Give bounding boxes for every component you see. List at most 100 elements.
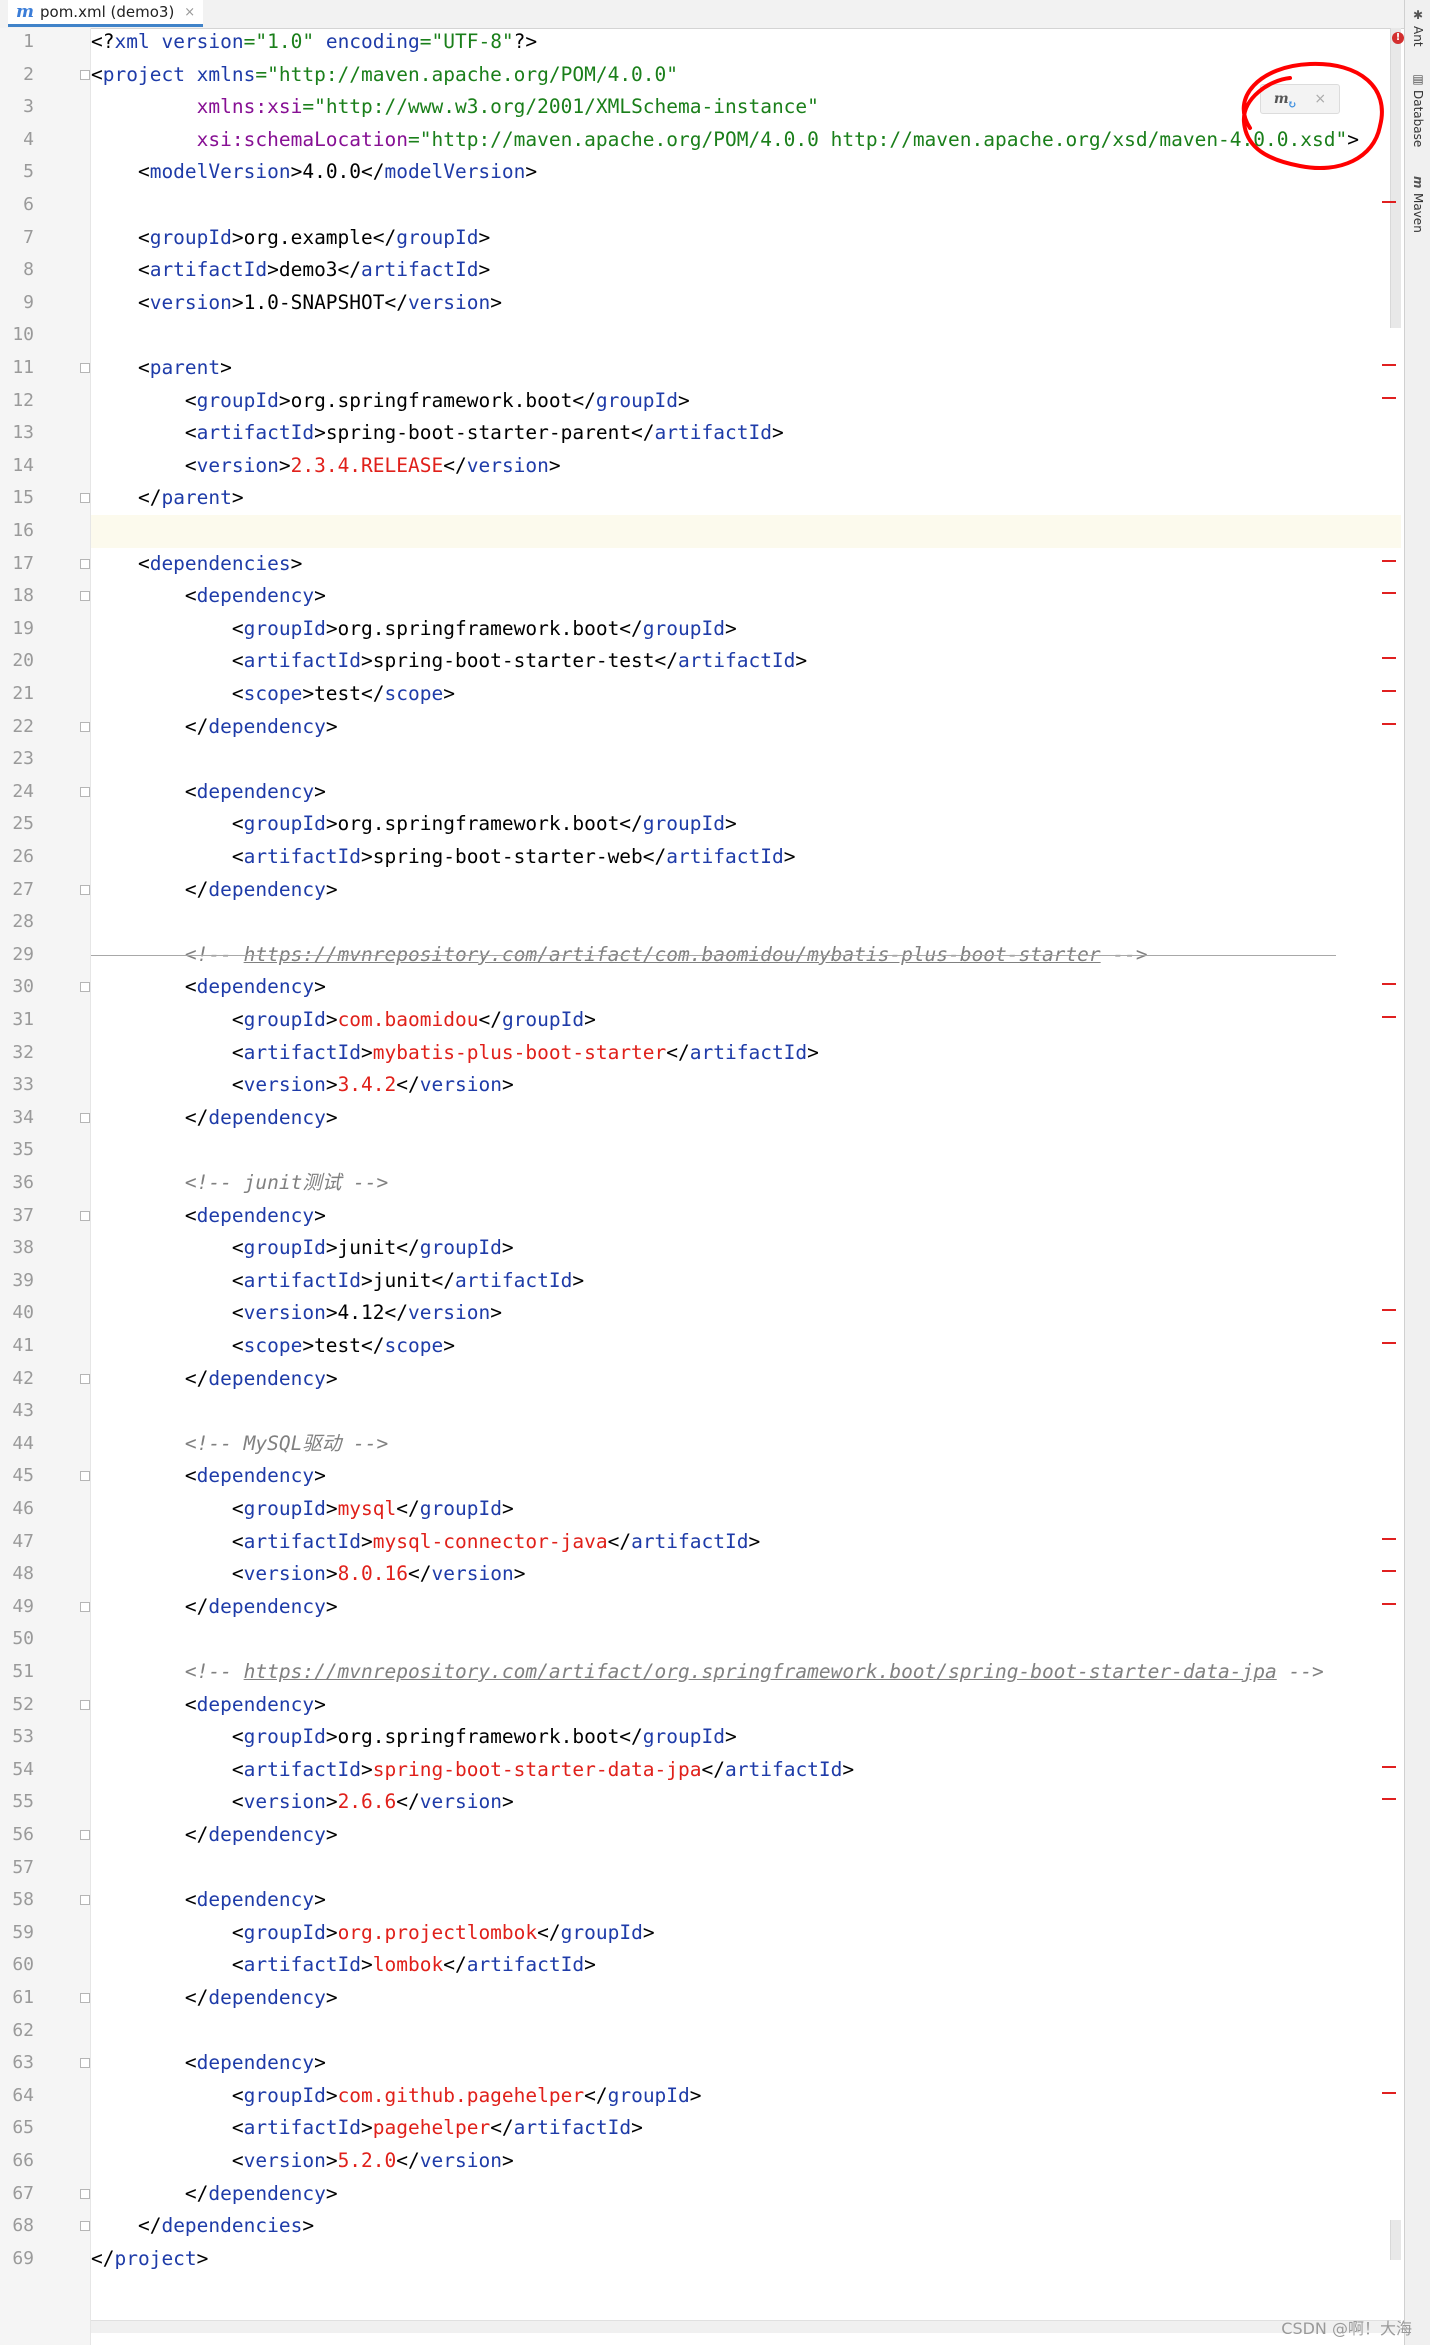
error-marker[interactable] xyxy=(1382,1309,1396,1312)
error-marker[interactable] xyxy=(1382,1537,1396,1540)
code-line[interactable] xyxy=(91,515,1401,548)
error-marker[interactable] xyxy=(1382,1798,1396,1801)
error-marker[interactable] xyxy=(1382,559,1396,562)
code-line[interactable]: <version>5.2.0</version> xyxy=(91,2145,514,2178)
error-marker[interactable] xyxy=(1382,690,1396,692)
code-line[interactable]: xsi:schemaLocation="http://maven.apache.… xyxy=(91,124,1359,157)
code-line[interactable]: <version>8.0.16</version> xyxy=(91,1558,526,1591)
error-marker[interactable] xyxy=(1382,201,1396,203)
code-line[interactable]: <version>2.3.4.RELEASE</version> xyxy=(91,450,561,483)
error-marker[interactable] xyxy=(1382,722,1396,725)
code-line[interactable]: <groupId>com.baomidou</groupId> xyxy=(91,1004,596,1037)
fold-icon[interactable] xyxy=(80,2221,90,2232)
fold-icon[interactable] xyxy=(80,982,90,993)
fold-icon[interactable] xyxy=(80,884,90,895)
code-line[interactable]: </dependency> xyxy=(91,1982,338,2015)
code-line[interactable]: <artifactId>mysql-connector-java</artifa… xyxy=(91,1526,760,1559)
code-line[interactable]: </dependency> xyxy=(91,1819,338,1852)
fold-icon[interactable] xyxy=(80,591,90,602)
fold-icon[interactable] xyxy=(80,786,90,797)
error-marker[interactable] xyxy=(1382,1602,1396,1605)
code-line[interactable]: <dependency> xyxy=(91,1689,326,1722)
code-line[interactable]: <dependency> xyxy=(91,1200,326,1233)
code-line[interactable]: <dependency> xyxy=(91,971,326,1004)
code-line[interactable]: <groupId>org.springframework.boot</group… xyxy=(91,613,737,646)
code-line[interactable]: </dependency> xyxy=(91,874,338,907)
code-line[interactable]: </dependency> xyxy=(91,1363,338,1396)
code-line[interactable]: <!-- junit测试 --> xyxy=(91,1167,388,1200)
code-line[interactable]: <dependency> xyxy=(91,1460,326,1493)
code-line[interactable]: </parent> xyxy=(91,482,244,515)
code-line[interactable]: <artifactId>junit</artifactId> xyxy=(91,1265,584,1298)
error-marker[interactable] xyxy=(1382,592,1396,595)
fold-icon[interactable] xyxy=(80,1373,90,1384)
code-line[interactable]: </dependency> xyxy=(91,711,338,744)
close-icon[interactable]: × xyxy=(184,5,195,20)
code-line[interactable]: <dependency> xyxy=(91,2047,326,2080)
code-line[interactable]: </project> xyxy=(91,2243,208,2276)
side-tab-ant[interactable]: ✱ Ant xyxy=(1407,8,1429,56)
code-line[interactable]: <!-- https://mvnrepository.com/artifact/… xyxy=(91,1656,1324,1689)
fold-icon[interactable] xyxy=(80,1471,90,1482)
error-indicator-icon[interactable]: ! xyxy=(1392,32,1404,44)
fold-icon[interactable] xyxy=(80,1601,90,1612)
code-line[interactable]: <version>4.12</version> xyxy=(91,1297,502,1330)
code-line[interactable]: <version>3.4.2</version> xyxy=(91,1069,514,1102)
code-line[interactable]: <artifactId>lombok</artifactId> xyxy=(91,1949,596,1982)
error-marker[interactable] xyxy=(1382,396,1396,399)
tab-pom-xml[interactable]: m pom.xml (demo3) × xyxy=(8,0,204,27)
code-line[interactable]: <artifactId>spring-boot-starter-parent</… xyxy=(91,417,784,450)
fold-icon[interactable] xyxy=(80,2188,90,2199)
side-tab-maven[interactable]: m Maven xyxy=(1407,176,1429,246)
code-line[interactable]: <version>1.0-SNAPSHOT</version> xyxy=(91,287,502,320)
code-line[interactable]: <dependencies> xyxy=(91,548,302,581)
error-marker[interactable] xyxy=(1382,1765,1396,1768)
code-line[interactable]: <artifactId>spring-boot-starter-test</ar… xyxy=(91,645,807,678)
code-line[interactable]: </dependency> xyxy=(91,1102,338,1135)
fold-icon[interactable] xyxy=(80,2058,90,2069)
fold-icon[interactable] xyxy=(80,493,90,504)
code-line[interactable]: <artifactId>demo3</artifactId> xyxy=(91,254,490,287)
code-line[interactable]: <groupId>mysql</groupId> xyxy=(91,1493,514,1526)
code-line[interactable]: <scope>test</scope> xyxy=(91,1330,455,1363)
code-line[interactable]: <version>2.6.6</version> xyxy=(91,1786,514,1819)
error-marker[interactable] xyxy=(1382,1570,1396,1573)
code-line[interactable]: <groupId>org.projectlombok</groupId> xyxy=(91,1917,655,1950)
code-line[interactable]: <groupId>com.github.pagehelper</groupId> xyxy=(91,2080,702,2113)
fold-icon[interactable] xyxy=(80,1993,90,2003)
fold-icon[interactable] xyxy=(80,1210,90,1221)
side-tab-database[interactable]: ▤ Database xyxy=(1407,72,1429,158)
fold-icon[interactable] xyxy=(80,363,90,373)
code-line[interactable]: xmlns:xsi="http://www.w3.org/2001/XMLSch… xyxy=(91,91,819,124)
error-marker[interactable] xyxy=(1382,364,1396,366)
code-line[interactable]: <modelVersion>4.0.0</modelVersion> xyxy=(91,156,537,189)
code-line[interactable]: <groupId>org.example</groupId> xyxy=(91,222,490,255)
code-line[interactable]: <dependency> xyxy=(91,1884,326,1917)
code-line[interactable]: <groupId>junit</groupId> xyxy=(91,1232,514,1265)
fold-icon[interactable] xyxy=(80,558,90,569)
fold-icon[interactable] xyxy=(80,1830,90,1840)
error-marker[interactable] xyxy=(1382,1342,1396,1344)
code-line[interactable]: <artifactId>pagehelper</artifactId> xyxy=(91,2112,643,2145)
code-line[interactable]: <groupId>org.springframework.boot</group… xyxy=(91,808,737,841)
code-line[interactable]: <scope>test</scope> xyxy=(91,678,455,711)
code-line[interactable]: <artifactId>mybatis-plus-boot-starter</a… xyxy=(91,1037,819,1070)
code-line[interactable]: </dependency> xyxy=(91,1591,338,1624)
fold-icon[interactable] xyxy=(80,1895,90,1906)
fold-icon[interactable] xyxy=(80,721,90,732)
fold-icon[interactable] xyxy=(80,1112,90,1123)
code-line[interactable]: <?xml version="1.0" encoding="UTF-8"?> xyxy=(91,28,537,59)
error-marker[interactable] xyxy=(1382,657,1396,660)
code-line[interactable]: </dependency> xyxy=(91,2178,338,2211)
horizontal-scrollbar[interactable] xyxy=(91,2320,1401,2333)
error-marker[interactable] xyxy=(1382,1016,1396,1018)
fold-icon[interactable] xyxy=(80,1699,90,1710)
code-line[interactable]: <dependency> xyxy=(91,776,326,809)
code-line[interactable]: <parent> xyxy=(91,352,232,385)
code-line[interactable]: </dependencies> xyxy=(91,2210,314,2243)
error-marker-stripe[interactable] xyxy=(1380,28,1400,2345)
code-line[interactable]: <groupId>org.springframework.boot</group… xyxy=(91,385,690,418)
code-editor[interactable]: <?xml version="1.0" encoding="UTF-8"?> <p… xyxy=(91,28,1401,2345)
code-line[interactable]: <!-- MySQL驱动 --> xyxy=(91,1428,388,1461)
code-line[interactable]: <artifactId>spring-boot-starter-data-jpa… xyxy=(91,1754,854,1787)
